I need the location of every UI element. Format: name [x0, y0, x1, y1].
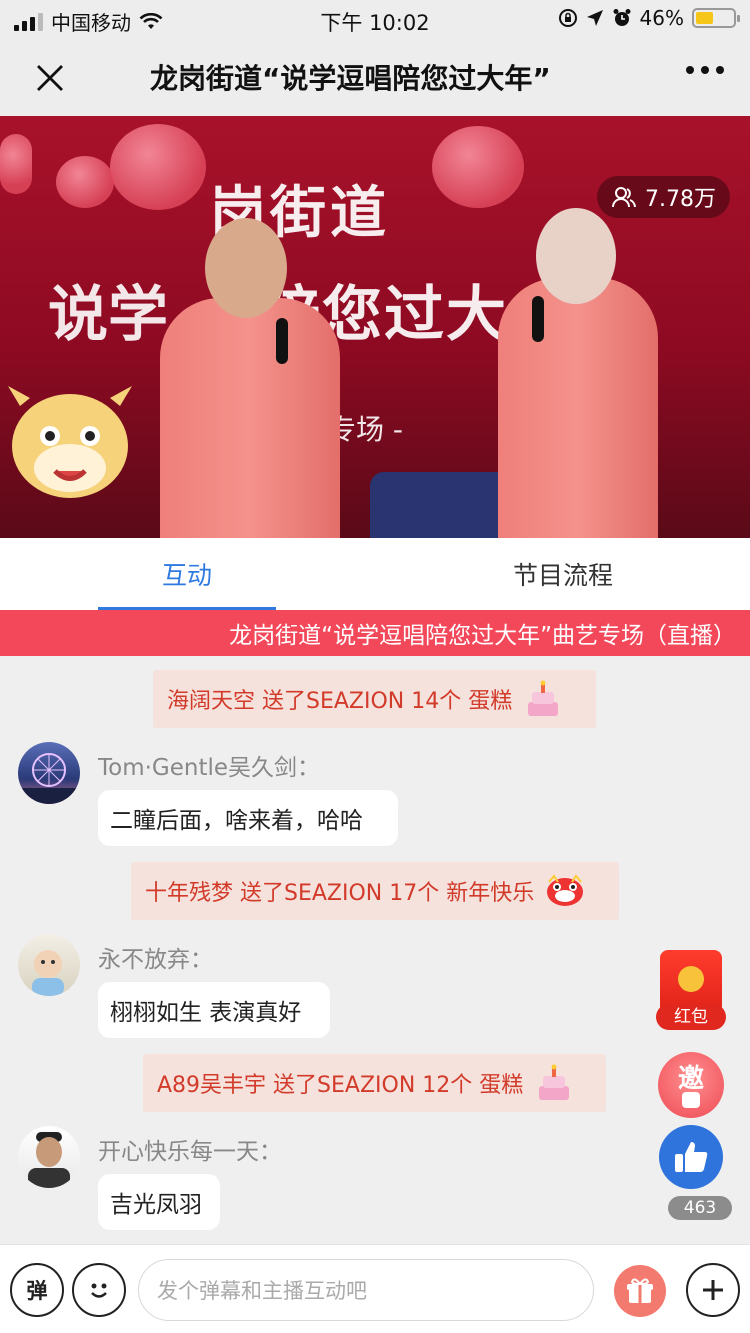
more-button[interactable] [686, 66, 724, 74]
tab-interaction[interactable]: 互动 [98, 538, 276, 610]
gift-notice-text: 十年残梦 送了SEAZION 17个 新年快乐 [145, 881, 535, 906]
heart-icon [682, 1092, 700, 1108]
gift-notice-text: 海阔天空 送了SEAZION 14个 蛋糕 [167, 689, 513, 714]
emoji-button[interactable] [72, 1263, 126, 1317]
gift-notice-text: A89吴丰宇 送了SEAZION 12个 蛋糕 [157, 1073, 524, 1098]
scrolling-title-ticker: 龙岗街道“说学逗唱陪您过大年”曲艺专场（直播） [0, 610, 750, 656]
avatar[interactable] [18, 934, 80, 996]
thumbs-up-icon [675, 1142, 708, 1172]
tab-program-schedule[interactable]: 节目流程 [470, 538, 656, 610]
red-packet-label: 红包 [656, 1004, 726, 1030]
ox-mascot-image [8, 386, 132, 498]
location-icon [586, 10, 603, 26]
avatar[interactable] [18, 742, 80, 804]
viewer-count-badge: 7.78万 [597, 176, 730, 218]
close-button[interactable] [26, 54, 74, 102]
gift-box-icon [627, 1278, 653, 1303]
like-count: 463 [668, 1196, 732, 1220]
page-title: 龙岗街道“说学逗唱陪您过大年” [150, 62, 551, 95]
gift-notice: A89吴丰宇 送了SEAZION 12个 蛋糕 [143, 1054, 606, 1112]
alarm-icon [613, 9, 631, 26]
lock-rotation-icon [558, 9, 577, 27]
cake-icon [539, 1064, 570, 1100]
status-bar: 中国移动 下午 10:02 46% [0, 0, 750, 40]
invite-label: 邀 [677, 1064, 704, 1094]
lantern-decoration [0, 134, 32, 194]
danmu-toggle-button[interactable]: 弹 [10, 1263, 64, 1317]
message-author: 开心快乐每一天： [98, 1139, 282, 1165]
tab-bar: 互动 节目流程 [0, 538, 750, 610]
red-packet-button[interactable]: 红包 [656, 950, 726, 1030]
more-actions-button[interactable] [686, 1263, 740, 1317]
gift-notice: 十年残梦 送了SEAZION 17个 新年快乐 [131, 862, 619, 920]
plus-icon [703, 1280, 723, 1300]
comment-input[interactable]: 发个弹幕和主播互动吧 [138, 1259, 594, 1321]
ferris-wheel-image [18, 753, 80, 804]
lion-dance-icon [547, 874, 584, 906]
child-photo-image [32, 950, 64, 996]
bottom-input-bar: 弹 发个弹幕和主播互动吧 [0, 1244, 750, 1333]
invite-button[interactable]: 邀 [658, 1052, 724, 1118]
message-bubble: 二瞳后面，啥来着，哈哈 [98, 790, 398, 846]
viewers-icon [612, 187, 636, 208]
tab-interaction-label: 互动 [161, 561, 212, 590]
comment-input-placeholder: 发个弹幕和主播互动吧 [157, 1279, 367, 1303]
danmu-label: 弹 [26, 1279, 48, 1303]
message-bubble: 栩栩如生 表演真好 [98, 982, 330, 1038]
send-gift-button[interactable] [614, 1265, 666, 1317]
viewer-count: 7.78万 [645, 187, 716, 212]
message-bubble: 吉光凤羽 [98, 1174, 220, 1230]
gift-notice: 海阔天空 送了SEAZION 14个 蛋糕 [153, 670, 596, 728]
cake-icon [528, 680, 559, 716]
nav-bar: 龙岗街道“说学逗唱陪您过大年” [0, 40, 750, 116]
tab-program-schedule-label: 节目流程 [512, 561, 613, 590]
message-author: 永不放弃： [98, 947, 213, 973]
battery-icon [692, 8, 740, 28]
smiley-icon [91, 1283, 107, 1298]
ticker-text: 龙岗街道“说学逗唱陪您过大年”曲艺专场（直播） [229, 623, 736, 649]
message-author: Tom·Gentle吴久剑： [98, 755, 321, 781]
avatar[interactable] [18, 1126, 80, 1188]
battery-percent: 46% [639, 6, 684, 30]
more-dot-icon [686, 66, 694, 74]
close-icon [37, 65, 63, 91]
lantern-decoration [56, 156, 114, 208]
performer-left [150, 178, 350, 538]
man-photo-image [28, 1132, 70, 1188]
like-button[interactable] [659, 1125, 723, 1189]
chat-feed[interactable]: 海阔天空 送了SEAZION 14个 蛋糕 Tom·Gentle吴久剑： 二瞳后… [0, 656, 750, 1244]
live-video-player[interactable]: 岗街道 陪您过大 说学 专场 - 7.78万 [0, 116, 750, 538]
